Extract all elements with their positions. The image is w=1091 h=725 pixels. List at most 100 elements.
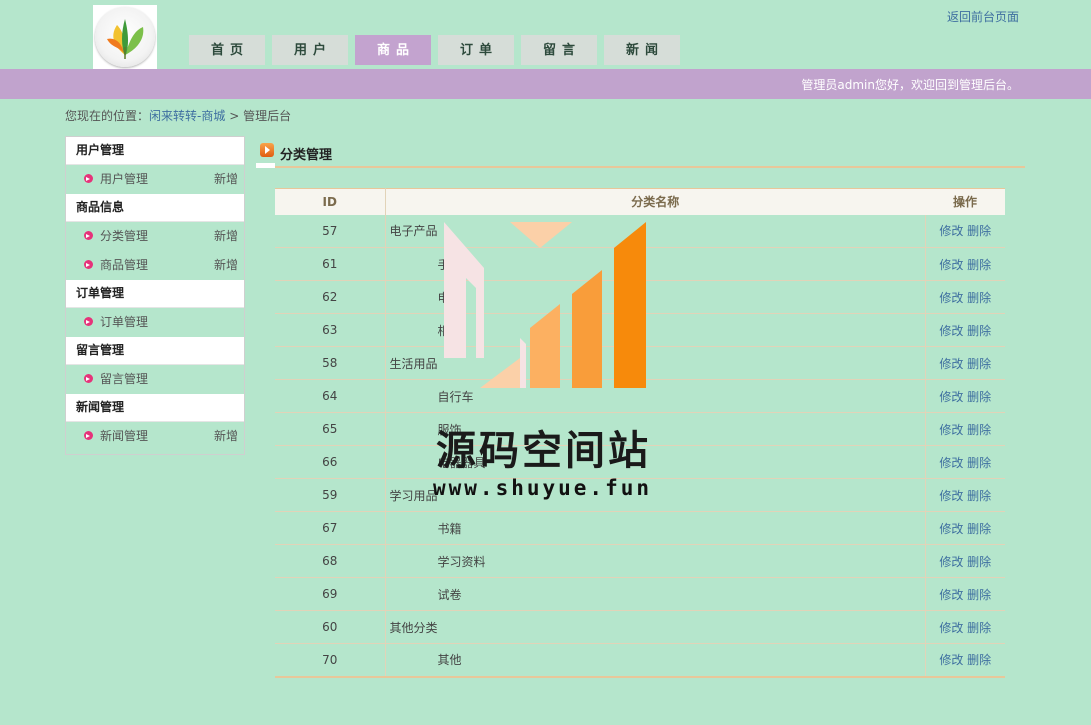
delete-link[interactable]: 删除	[967, 555, 991, 569]
edit-link[interactable]: 修改	[939, 390, 963, 404]
delete-link[interactable]: 删除	[967, 324, 991, 338]
cell-actions: 修改 删除	[925, 610, 1005, 644]
cell-category-name: 其他	[385, 643, 926, 678]
arrow-right-icon	[84, 317, 93, 326]
sidebar: 用户管理 用户管理 新增 商品信息 分类管理 新增 商品管理 新增 订单管理 订…	[65, 136, 245, 455]
page-title: 分类管理	[280, 148, 333, 163]
sidebar-add-link[interactable]: 新增	[214, 422, 238, 451]
sidebar-group-users: 用户管理	[66, 137, 244, 165]
delete-link[interactable]: 删除	[967, 258, 991, 272]
cell-id: 63	[275, 313, 386, 347]
welcome-text: 管理员admin您好，欢迎回到管理后台。	[801, 78, 1019, 92]
breadcrumb-home-link[interactable]: 闲来转转-商城	[149, 109, 225, 123]
edit-link[interactable]: 修改	[939, 456, 963, 470]
table-row: 65 服饰 修改 删除	[275, 412, 1005, 446]
cell-category-name: 试卷	[385, 577, 926, 611]
sidebar-item-label[interactable]: 用户管理	[100, 172, 148, 186]
nav-tab-orders[interactable]: 订单	[438, 35, 514, 65]
edit-link[interactable]: 修改	[939, 522, 963, 536]
edit-link[interactable]: 修改	[939, 324, 963, 338]
cell-id: 67	[275, 511, 386, 545]
sidebar-item-label[interactable]: 新闻管理	[100, 429, 148, 443]
sidebar-item-label[interactable]: 留言管理	[100, 372, 148, 386]
arrow-right-icon	[84, 431, 93, 440]
cell-id: 70	[275, 643, 386, 678]
title-underline-accent	[256, 163, 275, 168]
edit-link[interactable]: 修改	[939, 653, 963, 667]
cell-category-name: 电脑	[385, 280, 926, 314]
sidebar-item-category-manage: 分类管理 新增	[66, 222, 244, 251]
cell-category-name: 服饰	[385, 412, 926, 446]
cell-id: 59	[275, 478, 386, 512]
breadcrumb-prefix: 您现在的位置：	[65, 109, 150, 123]
cell-id: 57	[275, 214, 386, 248]
table-row: 57 电子产品 修改 删除	[275, 214, 1005, 248]
sidebar-add-link[interactable]: 新增	[214, 165, 238, 194]
cell-actions: 修改 删除	[925, 214, 1005, 248]
cell-id: 58	[275, 346, 386, 380]
delete-link[interactable]: 删除	[967, 456, 991, 470]
delete-link[interactable]: 删除	[967, 522, 991, 536]
table-row: 58 生活用品 修改 删除	[275, 346, 1005, 380]
sidebar-item-label[interactable]: 分类管理	[100, 229, 148, 243]
sidebar-add-link[interactable]: 新增	[214, 222, 238, 251]
sidebar-group-products: 商品信息	[66, 194, 244, 222]
delete-link[interactable]: 删除	[967, 423, 991, 437]
edit-link[interactable]: 修改	[939, 258, 963, 272]
table-row: 69 试卷 修改 删除	[275, 577, 1005, 611]
delete-link[interactable]: 删除	[967, 653, 991, 667]
cell-actions: 修改 删除	[925, 445, 1005, 479]
table-row: 61 手机 修改 删除	[275, 247, 1005, 281]
delete-link[interactable]: 删除	[967, 390, 991, 404]
nav-tab-messages[interactable]: 留言	[521, 35, 597, 65]
edit-link[interactable]: 修改	[939, 555, 963, 569]
table-row: 60 其他分类 修改 删除	[275, 610, 1005, 644]
table-row: 62 电脑 修改 删除	[275, 280, 1005, 314]
cell-actions: 修改 删除	[925, 643, 1005, 678]
sidebar-group-news: 新闻管理	[66, 394, 244, 422]
edit-link[interactable]: 修改	[939, 224, 963, 238]
cell-actions: 修改 删除	[925, 247, 1005, 281]
delete-link[interactable]: 删除	[967, 489, 991, 503]
sidebar-item-label[interactable]: 订单管理	[100, 315, 148, 329]
delete-link[interactable]: 删除	[967, 621, 991, 635]
site-logo[interactable]	[93, 5, 157, 69]
edit-link[interactable]: 修改	[939, 291, 963, 305]
cell-actions: 修改 删除	[925, 577, 1005, 611]
cell-actions: 修改 删除	[925, 544, 1005, 578]
leaf-logo-icon	[95, 7, 155, 67]
edit-link[interactable]: 修改	[939, 621, 963, 635]
nav-tab-home[interactable]: 首页	[189, 35, 265, 65]
arrow-right-icon	[84, 260, 93, 269]
cell-id: 64	[275, 379, 386, 413]
main-nav: 首页 用户 商品 订单 留言 新闻	[189, 35, 687, 65]
back-to-frontend-link[interactable]: 返回前台页面	[947, 8, 1019, 25]
cell-id: 62	[275, 280, 386, 314]
nav-tab-news[interactable]: 新闻	[604, 35, 680, 65]
edit-link[interactable]: 修改	[939, 357, 963, 371]
edit-link[interactable]: 修改	[939, 423, 963, 437]
sidebar-item-news-manage: 新闻管理 新增	[66, 422, 244, 451]
cell-actions: 修改 删除	[925, 280, 1005, 314]
delete-link[interactable]: 删除	[967, 291, 991, 305]
nav-tab-users[interactable]: 用户	[272, 35, 348, 65]
cell-id: 65	[275, 412, 386, 446]
delete-link[interactable]: 删除	[967, 588, 991, 602]
sidebar-item-label[interactable]: 商品管理	[100, 258, 148, 272]
breadcrumb-current: 管理后台	[243, 109, 292, 123]
edit-link[interactable]: 修改	[939, 588, 963, 602]
sidebar-add-link[interactable]: 新增	[214, 251, 238, 280]
sidebar-group-messages: 留言管理	[66, 337, 244, 365]
edit-link[interactable]: 修改	[939, 489, 963, 503]
cell-id: 69	[275, 577, 386, 611]
admin-bar: 管理员admin您好，欢迎回到管理后台。	[0, 69, 1091, 99]
nav-tab-products[interactable]: 商品	[355, 35, 431, 65]
delete-link[interactable]: 删除	[967, 224, 991, 238]
column-header-op: 操作	[925, 188, 1005, 215]
table-row: 64 自行车 修改 删除	[275, 379, 1005, 413]
cell-actions: 修改 删除	[925, 379, 1005, 413]
arrow-right-icon	[84, 174, 93, 183]
cell-id: 68	[275, 544, 386, 578]
table-row: 63 相机 修改 删除	[275, 313, 1005, 347]
delete-link[interactable]: 删除	[967, 357, 991, 371]
